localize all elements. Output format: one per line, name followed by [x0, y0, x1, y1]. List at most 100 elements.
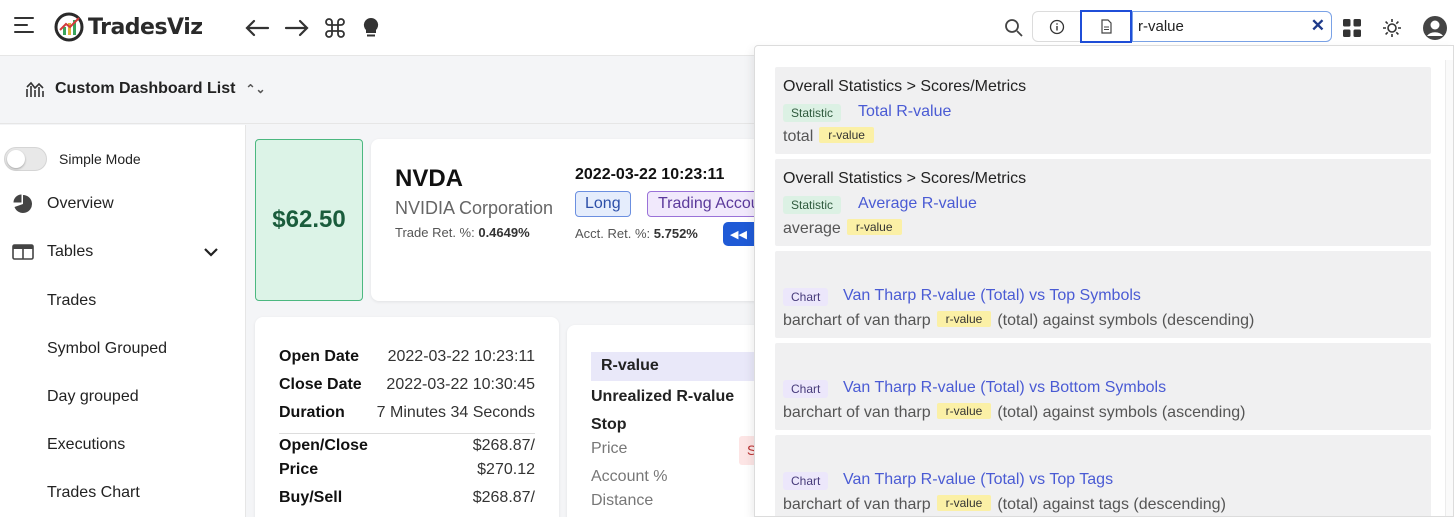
- simple-mode-label: Simple Mode: [59, 151, 141, 167]
- hamburger-menu-icon[interactable]: [14, 17, 34, 38]
- account-badge[interactable]: Trading Account: [647, 191, 771, 217]
- search-icon[interactable]: [998, 12, 1030, 44]
- result-description: barchart of van tharp r-value (total) agai…: [783, 495, 1226, 514]
- result-title[interactable]: Total R-value: [858, 103, 951, 121]
- result-highlight: r-value: [936, 495, 992, 511]
- result-desc-text: barchart of van tharp: [783, 312, 931, 329]
- open-close-price-label: Price: [279, 461, 319, 478]
- result-highlight: r-value: [936, 311, 992, 327]
- lightbulb-icon[interactable]: [357, 14, 385, 42]
- app-name: TradesViz: [88, 14, 203, 40]
- r-value-header: R-value: [591, 352, 767, 381]
- search-results-dropdown: Overall Statistics > Scores/Metrics Stat…: [754, 45, 1454, 517]
- ticker-symbol: NVDA: [395, 165, 464, 192]
- buy-sell-value: $268.87/: [472, 489, 535, 506]
- simple-mode-toggle[interactable]: [4, 147, 47, 171]
- side-badge: Long: [575, 191, 631, 217]
- trade-return-label: Trade Ret. %:: [395, 225, 475, 240]
- sidebar-item-label: Overview: [47, 195, 114, 212]
- info-button[interactable]: [1032, 11, 1082, 42]
- search-result-item[interactable]: Chart Van Tharp R-value (Total) vs Botto…: [775, 343, 1431, 430]
- chevron-down-icon[interactable]: [204, 244, 218, 260]
- result-title[interactable]: Van Tharp R-value (Total) vs Bottom Symb…: [843, 379, 1166, 397]
- sidebar-subitem-symbol-grouped[interactable]: Symbol Grouped: [47, 340, 167, 358]
- app-logo[interactable]: TradesViz: [54, 12, 203, 42]
- result-desc-tail: (total) against symbols (ascending): [997, 404, 1246, 421]
- search-input[interactable]: [1133, 12, 1303, 41]
- result-title[interactable]: Van Tharp R-value (Total) vs Top Tags: [843, 471, 1113, 489]
- sidebar-subitem-executions[interactable]: Executions: [47, 436, 125, 454]
- chevron-updown-icon: ⌃⌄: [245, 82, 266, 96]
- simple-mode-toggle-row[interactable]: Simple Mode: [4, 147, 141, 171]
- account-return-label: Acct. Ret. %:: [575, 226, 651, 241]
- duration-label: Duration: [279, 404, 345, 421]
- document-button[interactable]: [1080, 10, 1132, 43]
- rewind-icon: ◀◀: [730, 228, 747, 241]
- result-desc-text: barchart of van tharp: [783, 496, 931, 513]
- result-badge: Chart: [783, 472, 829, 490]
- dashboard-title: Custom Dashboard List: [55, 80, 236, 97]
- trade-summary-card: NVDA NVIDIA Corporation Trade Ret. %: 0.…: [371, 139, 771, 301]
- forward-arrow-icon[interactable]: [283, 14, 311, 42]
- search-field[interactable]: ✕: [1132, 11, 1332, 42]
- sun-theme-icon[interactable]: [1376, 12, 1408, 44]
- logo-icon: [54, 12, 84, 42]
- open-date-label: Open Date: [279, 348, 360, 365]
- user-avatar-icon[interactable]: [1419, 12, 1451, 44]
- apps-grid-icon[interactable]: [1336, 12, 1368, 44]
- dropdown-scrollbar[interactable]: [1445, 60, 1453, 516]
- result-desc-text: barchart of van tharp: [783, 404, 931, 421]
- open-close-label: Open/Close: [279, 437, 368, 454]
- result-desc-text: total: [783, 128, 814, 145]
- distance-label: Distance: [591, 492, 654, 509]
- result-description: average r-value: [783, 219, 908, 238]
- search-result-item[interactable]: Chart Van Tharp R-value (Total) vs Top S…: [775, 251, 1431, 338]
- account-pct-label: Account %: [591, 468, 668, 485]
- dashboard-selector[interactable]: Custom Dashboard List ⌃⌄: [26, 80, 266, 98]
- search-result-item[interactable]: Chart Van Tharp R-value (Total) vs Top T…: [775, 435, 1431, 516]
- r-value-card: R-value Unrealized R-value Stop Price Ac…: [567, 325, 767, 517]
- sidebar-item-tables[interactable]: Tables: [12, 241, 232, 263]
- result-desc-tail: (total) against tags (descending): [997, 496, 1226, 513]
- search-result-item[interactable]: Overall Statistics > Scores/Metrics Stat…: [775, 67, 1431, 154]
- unrealized-r-value-label: Unrealized R-value: [591, 388, 735, 405]
- back-arrow-icon[interactable]: [243, 14, 271, 42]
- divider: [279, 433, 535, 434]
- result-title[interactable]: Van Tharp R-value (Total) vs Top Symbols: [843, 287, 1141, 305]
- trade-return-value: 0.4649%: [478, 225, 530, 240]
- result-path: Overall Statistics > Scores/Metrics: [783, 170, 1027, 187]
- sidebar-subitem-day-grouped[interactable]: Day grouped: [47, 388, 139, 406]
- open-close-value-2: $270.12: [477, 461, 535, 478]
- sidebar-item-label: Tables: [47, 243, 94, 260]
- pie-chart-icon: [12, 193, 34, 215]
- result-description: total r-value: [783, 127, 880, 146]
- result-badge: Statistic: [783, 196, 842, 214]
- company-name: NVIDIA Corporation: [395, 198, 554, 218]
- sidebar-subitem-trades[interactable]: Trades: [47, 292, 96, 310]
- sidebar-subitem-trades-chart[interactable]: Trades Chart: [47, 484, 140, 502]
- info-icon: [1049, 19, 1065, 34]
- dashboard-header: Custom Dashboard List ⌃⌄: [0, 60, 760, 124]
- duration-value: 7 Minutes 34 Seconds: [376, 404, 535, 421]
- result-desc-text: average: [783, 220, 841, 237]
- result-title[interactable]: Average R-value: [858, 195, 977, 213]
- chart-line-icon: [26, 81, 44, 97]
- result-badge: Chart: [783, 380, 829, 398]
- result-badge: Statistic: [783, 104, 842, 122]
- result-highlight: r-value: [936, 403, 992, 419]
- account-return: Acct. Ret. %: 5.752%: [575, 226, 698, 241]
- open-date-value: 2022-03-22 10:23:11: [387, 348, 535, 365]
- search-result-item[interactable]: Overall Statistics > Scores/Metrics Stat…: [775, 159, 1431, 246]
- result-badge: Chart: [783, 288, 829, 306]
- result-highlight: r-value: [846, 219, 902, 235]
- result-description: barchart of van tharp r-value (total) agai…: [783, 403, 1245, 422]
- table-icon: [12, 241, 34, 263]
- result-highlight: r-value: [819, 127, 874, 143]
- clear-search-icon[interactable]: ✕: [1311, 16, 1325, 36]
- command-icon[interactable]: [321, 14, 349, 42]
- close-date-label: Close Date: [279, 376, 362, 393]
- price-label: Price: [591, 440, 628, 457]
- document-icon: [1100, 19, 1112, 34]
- trade-return: Trade Ret. %: 0.4649%: [395, 225, 530, 240]
- sidebar-item-overview[interactable]: Overview: [12, 193, 232, 215]
